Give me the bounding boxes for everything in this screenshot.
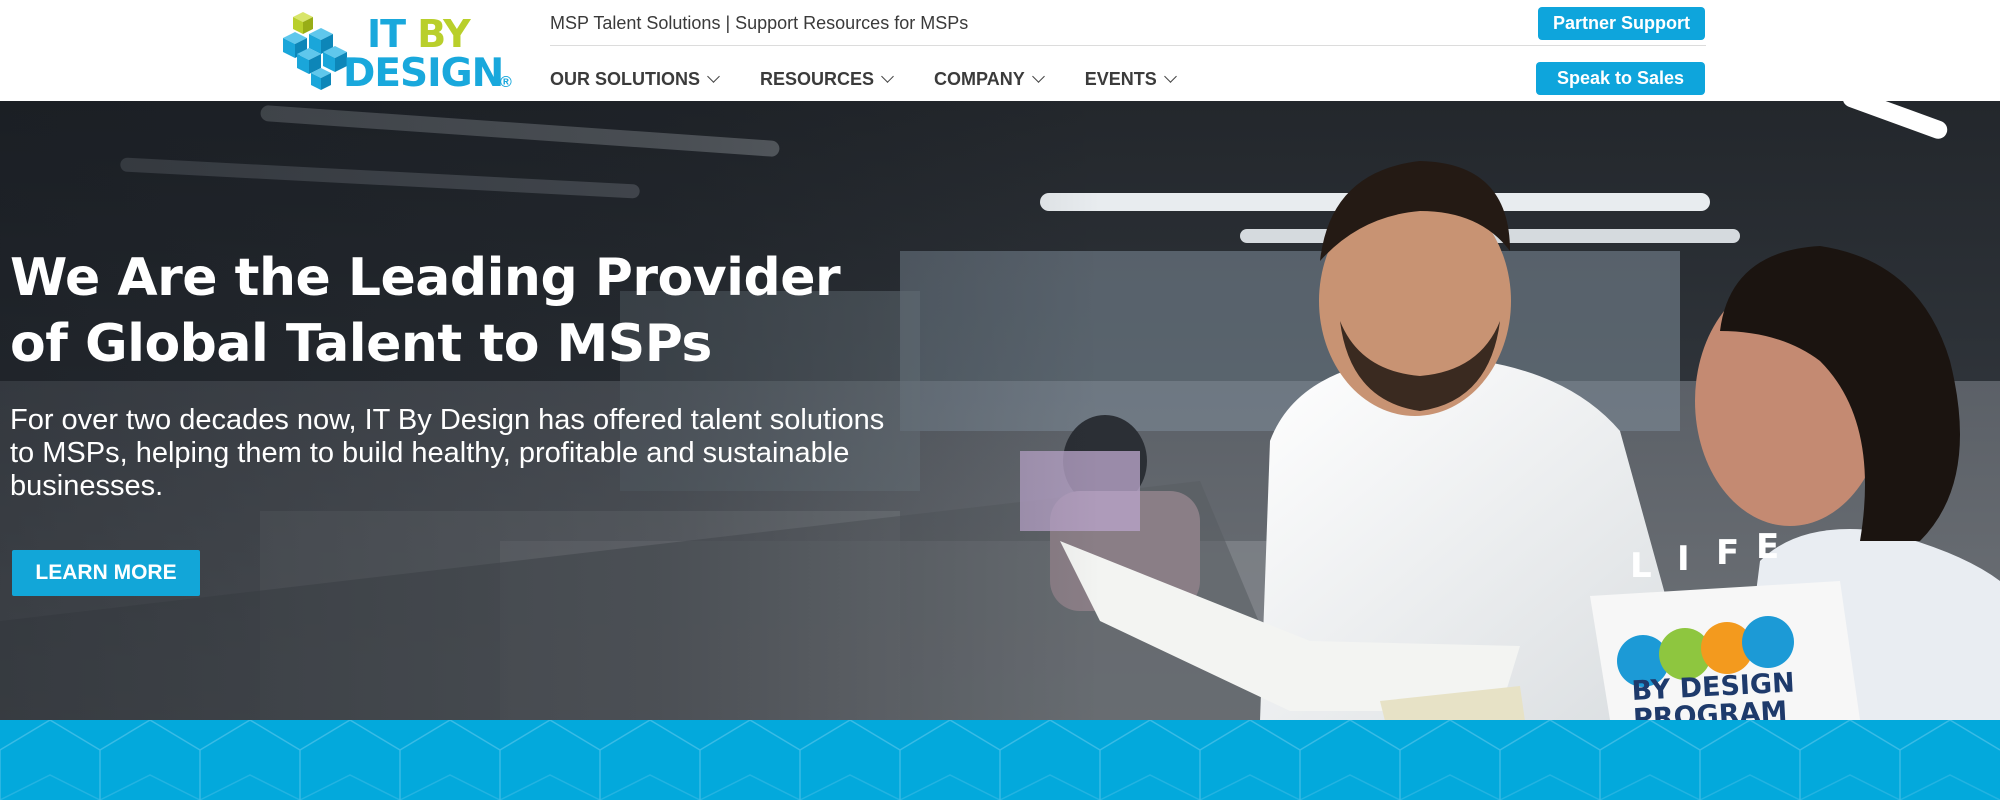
chevron-down-icon	[1163, 70, 1177, 83]
binder-letter-row: L I F E	[1629, 527, 1829, 606]
nav-label: COMPANY	[934, 69, 1025, 89]
logo-text-line1: IT BY	[367, 12, 471, 56]
hex-pattern-band	[0, 720, 2000, 800]
chevron-down-icon	[881, 70, 894, 83]
nav-events[interactable]: EVENTS	[1084, 68, 1177, 90]
chevron-down-icon	[1031, 70, 1045, 83]
chevron-down-icon	[707, 70, 720, 83]
nav-resources[interactable]: RESOURCES	[760, 68, 894, 90]
header-tagline: MSP Talent Solutions | Support Resources…	[550, 13, 969, 33]
main-nav: OUR SOLUTIONS RESOURCES COMPANY EVENTS	[550, 68, 1217, 90]
binder-letter-i: I	[1677, 539, 1690, 579]
hero-subtitle: For over two decades now, IT By Design h…	[10, 404, 885, 502]
stacked-cubes-logo-icon	[283, 12, 347, 90]
nav-company[interactable]: COMPANY	[934, 68, 1045, 90]
binder-title: BY DESIGN PROGRAM	[1631, 667, 1797, 720]
site-header: IT BY DESIGN ® MSP Talent Solutions | Su…	[0, 0, 2000, 101]
hex-pattern-decoration	[0, 720, 2000, 800]
registered-mark: ®	[500, 74, 512, 91]
nav-our-solutions[interactable]: OUR SOLUTIONS	[550, 68, 720, 90]
hero-title: We Are the Leading Provider of Global Ta…	[10, 245, 910, 377]
binder-letter-f: F	[1716, 533, 1740, 573]
header-divider	[550, 45, 1706, 46]
hero-title-line2: of Global Talent to MSPs	[10, 314, 712, 374]
binder-letter-e: E	[1756, 527, 1780, 567]
nav-label: OUR SOLUTIONS	[550, 69, 701, 89]
learn-more-button[interactable]: LEARN MORE	[12, 550, 200, 596]
speak-to-sales-button[interactable]: Speak to Sales	[1536, 62, 1705, 95]
nav-label: RESOURCES	[760, 69, 875, 89]
hero-section: L I F E BY DESIGN PROGRAM We Are the Lea…	[0, 101, 2000, 720]
nav-label: EVENTS	[1084, 69, 1157, 89]
logo-text-line2: DESIGN	[343, 51, 504, 96]
binder-letter-l: L	[1630, 546, 1652, 586]
site-logo[interactable]: IT BY DESIGN ®	[283, 8, 523, 96]
partner-support-button[interactable]: Partner Support	[1538, 7, 1705, 40]
hero-title-line1: We Are the Leading Provider	[10, 248, 841, 308]
